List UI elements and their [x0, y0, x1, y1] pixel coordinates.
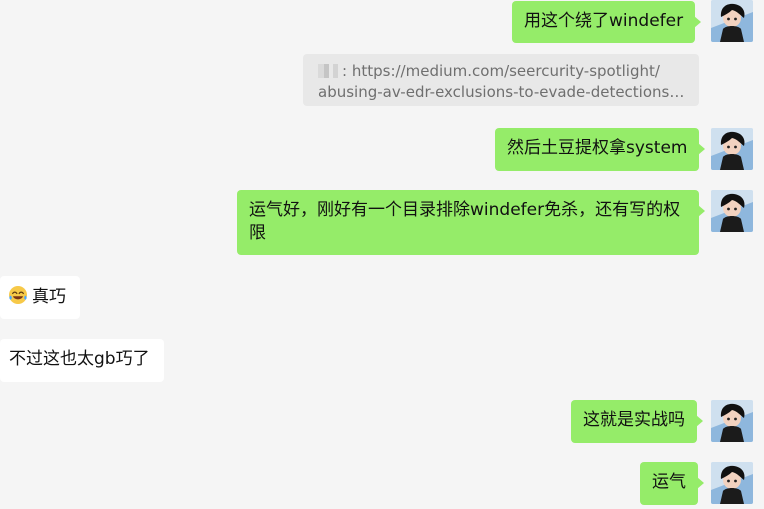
user-avatar[interactable] — [711, 190, 753, 232]
link-preview-card[interactable]: : https://medium.com/seercurity-spotligh… — [303, 54, 699, 106]
sent-message-bubble[interactable]: 运气好，刚好有一个目录排除windefer免杀，还有写的权限 — [237, 190, 705, 255]
received-message-bubble[interactable]: 真巧 — [0, 276, 80, 319]
message-text: 然后土豆提权拿system — [507, 138, 688, 158]
anime-avatar-icon — [711, 128, 753, 170]
link-url-line-2: abusing-av-edr-exclusions-to-evade-detec… — [318, 83, 685, 101]
message-text: 用这个绕了windefer — [524, 11, 684, 31]
sent-message-bubble[interactable]: 用这个绕了windefer — [512, 1, 702, 43]
sent-message-bubble[interactable]: 运气 — [640, 462, 704, 505]
anime-avatar-icon — [711, 190, 753, 232]
message-text: 运气 — [652, 472, 686, 492]
user-avatar[interactable] — [711, 462, 753, 504]
user-avatar[interactable] — [711, 400, 753, 442]
chat-conversation: 用这个绕了windefer : https://medium.com/seerc… — [0, 0, 764, 509]
message-text: 真巧 — [32, 287, 66, 307]
message-text: 不过这也太gb巧了 — [9, 349, 150, 369]
message-text: 运气好，刚好有一个目录排除windefer免杀，还有写的权限 — [249, 200, 681, 243]
sent-message-bubble[interactable]: 这就是实战吗 — [571, 400, 703, 443]
anime-avatar-icon — [711, 0, 753, 42]
redacted-icon — [318, 64, 338, 78]
user-avatar[interactable] — [711, 0, 753, 42]
anime-avatar-icon — [711, 400, 753, 442]
link-prefix-text: : — [342, 62, 348, 80]
received-message-bubble[interactable]: 不过这也太gb巧了 — [0, 339, 164, 382]
joy-tears-icon — [9, 286, 27, 304]
anime-avatar-icon — [711, 462, 753, 504]
sent-message-bubble[interactable]: 然后土豆提权拿system — [495, 128, 706, 171]
link-url-line-1: https://medium.com/seercurity-spotlight/ — [351, 62, 660, 80]
user-avatar[interactable] — [711, 128, 753, 170]
message-text: 这就是实战吗 — [583, 410, 685, 430]
